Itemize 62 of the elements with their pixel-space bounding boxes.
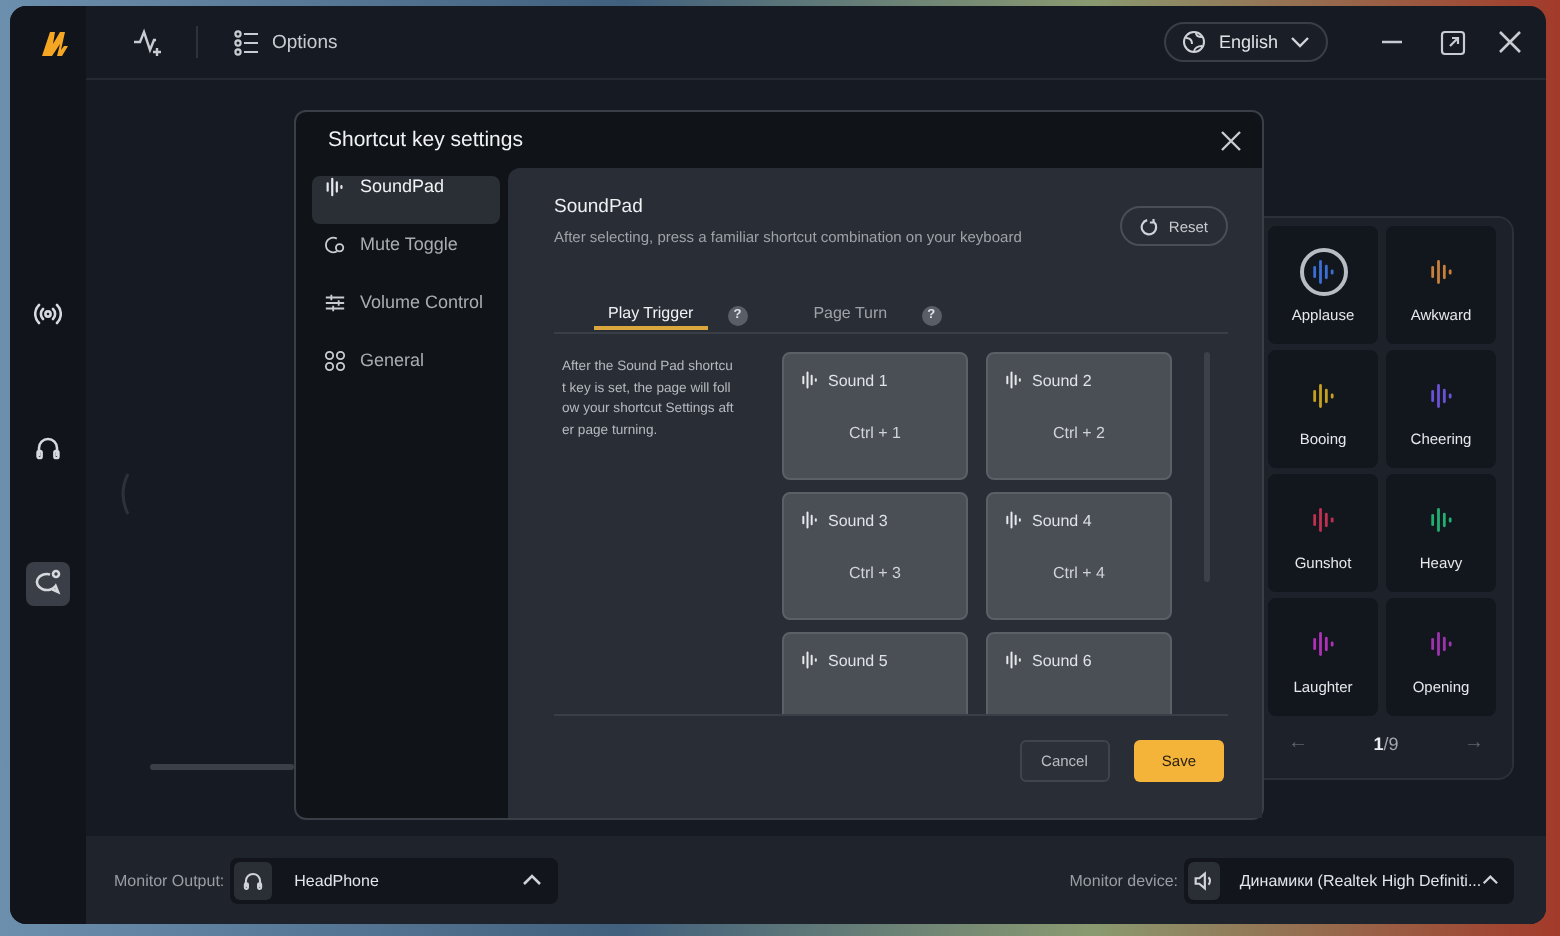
sound-name: Sound 3 bbox=[828, 511, 888, 529]
language-dropdown[interactable]: English bbox=[1164, 22, 1328, 62]
sound-name: Sound 2 bbox=[1032, 371, 1092, 389]
headphones-icon bbox=[242, 869, 265, 891]
options-button[interactable]: Options bbox=[234, 29, 338, 55]
section-title: SoundPad bbox=[554, 196, 645, 218]
chevron-up-icon bbox=[1481, 874, 1498, 886]
headphones-icon bbox=[34, 433, 62, 461]
waveform-icon bbox=[800, 650, 820, 670]
shortcut-key: Ctrl + 4 bbox=[1004, 564, 1154, 582]
reset-icon bbox=[1140, 217, 1159, 235]
shortcut-tile[interactable]: Sound 3 Ctrl + 3 bbox=[782, 492, 968, 620]
field-label: Monitor Output: bbox=[114, 871, 225, 889]
list-icon bbox=[234, 29, 260, 55]
shortcut-tile[interactable]: Sound 4 Ctrl + 4 bbox=[986, 492, 1172, 620]
sound-name: Sound 1 bbox=[828, 371, 888, 389]
chat-icon bbox=[34, 567, 62, 595]
popout-icon bbox=[1440, 29, 1466, 55]
close-icon bbox=[1498, 30, 1522, 54]
monitor-output-dropdown[interactable]: HeadPhone bbox=[230, 857, 559, 903]
chevron-down-icon bbox=[1290, 36, 1310, 48]
speaker-icon bbox=[1192, 869, 1215, 891]
broadcast-icon bbox=[34, 299, 62, 327]
tab[interactable]: Page Turn bbox=[799, 300, 902, 330]
shortcut-key: Ctrl + 3 bbox=[800, 564, 950, 582]
close-button[interactable] bbox=[1498, 30, 1522, 54]
grid-icon bbox=[324, 350, 346, 372]
sliders-icon bbox=[324, 292, 346, 314]
logo-icon bbox=[40, 30, 72, 58]
sound-name: Sound 6 bbox=[1032, 651, 1092, 669]
waveform-icon bbox=[800, 370, 820, 390]
settings-nav-item[interactable]: Mute Toggle bbox=[312, 234, 500, 282]
page-indicator: 1/9 bbox=[1373, 733, 1399, 753]
chevron-up-icon bbox=[522, 874, 543, 886]
scroll-bar[interactable] bbox=[150, 764, 294, 770]
field-label: Monitor device: bbox=[1069, 871, 1178, 889]
settings-nav-item[interactable]: Volume Control bbox=[312, 292, 500, 340]
waveform-icon bbox=[800, 510, 820, 530]
sound-name: Sound 4 bbox=[1032, 511, 1092, 529]
tab[interactable]: Play Trigger bbox=[594, 300, 708, 330]
mute-icon bbox=[324, 234, 346, 256]
shortcut-tile[interactable]: Sound 2 Ctrl + 2 bbox=[986, 352, 1172, 480]
close-button[interactable] bbox=[1220, 129, 1242, 151]
shortcut-tile[interactable]: Sound 6 bbox=[986, 632, 1172, 714]
globe-icon bbox=[1182, 30, 1207, 54]
settings-nav-item[interactable]: SoundPad bbox=[312, 176, 500, 224]
close-icon bbox=[1220, 129, 1242, 151]
settings-nav-item[interactable]: General bbox=[312, 350, 500, 398]
dialog-title: Shortcut key settings bbox=[328, 128, 523, 152]
sidebar-button[interactable] bbox=[26, 562, 70, 606]
monitor-device-dropdown[interactable]: Динамики (Realtek High Definiti... bbox=[1184, 857, 1514, 903]
popout-button[interactable] bbox=[1440, 29, 1466, 55]
shortcut-key: Ctrl + 1 bbox=[800, 424, 950, 442]
shortcut-tile[interactable]: Sound 5 bbox=[782, 632, 968, 714]
waveform-icon bbox=[1004, 650, 1024, 670]
sound-name: Sound 5 bbox=[828, 651, 888, 669]
waveform-icon bbox=[1004, 370, 1024, 390]
shortcut-tile[interactable]: Sound 1 Ctrl + 1 bbox=[782, 352, 968, 480]
waveform-icon bbox=[324, 176, 346, 198]
waveform-icon bbox=[1004, 510, 1024, 530]
pulse-add-icon[interactable] bbox=[132, 28, 164, 56]
shortcut-key: Ctrl + 2 bbox=[1004, 424, 1154, 442]
